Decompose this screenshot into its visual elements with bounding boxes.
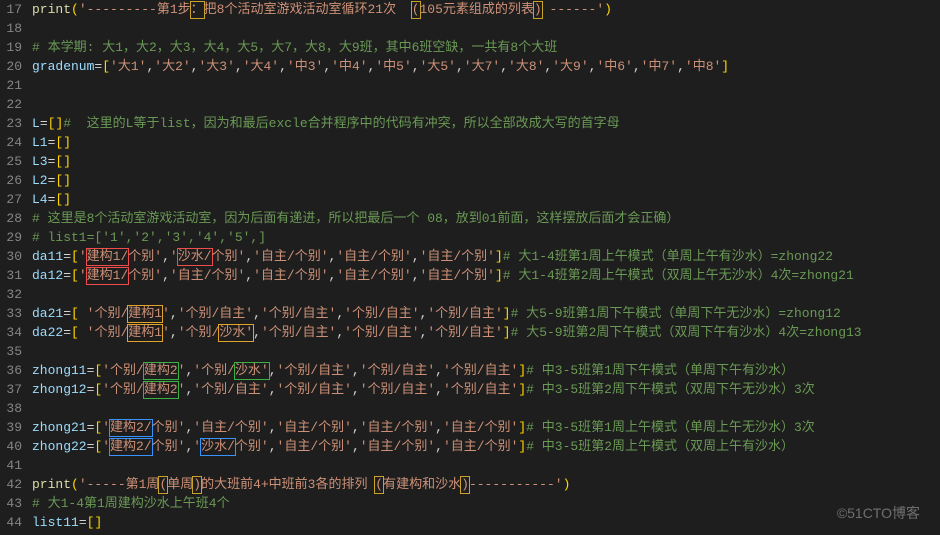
- line-number: 43: [0, 494, 22, 513]
- code-area[interactable]: print('---------第1步：把8个活动室游戏活动室循环21次 (10…: [32, 0, 862, 532]
- line-number: 27: [0, 190, 22, 209]
- code-line[interactable]: # 本学期: 大1，大2，大3，大4，大5，大7，大8，大9班，其中6班空缺，一…: [32, 38, 862, 57]
- code-line[interactable]: gradenum=['大1','大2','大3','大4','中3','中4',…: [32, 57, 862, 76]
- code-line[interactable]: zhong21=['建构2/个别','自主/个别','自主/个别','自主/个别…: [32, 418, 862, 437]
- line-number: 17: [0, 0, 22, 19]
- line-number: 42: [0, 475, 22, 494]
- code-line[interactable]: da12=['建构1/个别','自主/个别','自主/个别','自主/个别','…: [32, 266, 862, 285]
- line-number: 25: [0, 152, 22, 171]
- line-number: 35: [0, 342, 22, 361]
- code-line[interactable]: # 大1-4第1周建构沙水上午班4个: [32, 494, 862, 513]
- code-editor[interactable]: 1718192021222324252627282930313233343536…: [0, 0, 940, 532]
- line-number: 44: [0, 513, 22, 532]
- line-number: 32: [0, 285, 22, 304]
- code-line[interactable]: [32, 19, 862, 38]
- code-line[interactable]: list11=[]: [32, 513, 862, 532]
- code-line[interactable]: [32, 285, 862, 304]
- line-number: 22: [0, 95, 22, 114]
- code-line[interactable]: zhong11=['个别/建构2','个别/沙水','个别/自主','个别/自主…: [32, 361, 862, 380]
- code-line[interactable]: da22=[ '个别/建构1','个别/沙水','个别/自主','个别/自主',…: [32, 323, 862, 342]
- line-number: 31: [0, 266, 22, 285]
- code-line[interactable]: [32, 95, 862, 114]
- line-number: 39: [0, 418, 22, 437]
- code-line[interactable]: L=[]# 这里的L等于list，因为和最后excle合并程序中的代码有冲突，所…: [32, 114, 862, 133]
- line-number: 19: [0, 38, 22, 57]
- code-line[interactable]: [32, 456, 862, 475]
- line-number: 20: [0, 57, 22, 76]
- code-line[interactable]: da11=['建构1/个别','沙水/个别','自主/个别','自主/个别','…: [32, 247, 862, 266]
- line-number: 18: [0, 19, 22, 38]
- line-number: 29: [0, 228, 22, 247]
- code-line[interactable]: L2=[]: [32, 171, 862, 190]
- line-number: 26: [0, 171, 22, 190]
- line-number: 37: [0, 380, 22, 399]
- code-line[interactable]: [32, 342, 862, 361]
- code-line[interactable]: L3=[]: [32, 152, 862, 171]
- watermark-text: ©51CTO博客: [837, 504, 920, 523]
- line-number: 30: [0, 247, 22, 266]
- code-line[interactable]: # list1=['1','2','3','4','5',]: [32, 228, 862, 247]
- line-number: 24: [0, 133, 22, 152]
- code-line[interactable]: # 这里是8个活动室游戏活动室，因为后面有递进，所以把最后一个 08，放到01前…: [32, 209, 862, 228]
- code-line[interactable]: da21=[ '个别/建构1','个别/自主','个别/自主','个别/自主',…: [32, 304, 862, 323]
- line-number: 40: [0, 437, 22, 456]
- code-line[interactable]: [32, 76, 862, 95]
- line-number: 23: [0, 114, 22, 133]
- code-line[interactable]: [32, 399, 862, 418]
- line-number: 21: [0, 76, 22, 95]
- code-line[interactable]: zhong22=['建构2/个别','沙水/个别','自主/个别','自主/个别…: [32, 437, 862, 456]
- line-number: 36: [0, 361, 22, 380]
- code-line[interactable]: zhong12=['个别/建构2','个别/自主','个别/自主','个别/自主…: [32, 380, 862, 399]
- code-line[interactable]: print('---------第1步：把8个活动室游戏活动室循环21次 (10…: [32, 0, 862, 19]
- line-number: 33: [0, 304, 22, 323]
- line-number: 38: [0, 399, 22, 418]
- code-line[interactable]: print('-----第1周(单周)的大班前4+中班前3各的排列 (有建构和沙…: [32, 475, 862, 494]
- line-number-gutter: 1718192021222324252627282930313233343536…: [0, 0, 32, 532]
- line-number: 28: [0, 209, 22, 228]
- line-number: 41: [0, 456, 22, 475]
- line-number: 34: [0, 323, 22, 342]
- code-line[interactable]: L1=[]: [32, 133, 862, 152]
- code-line[interactable]: L4=[]: [32, 190, 862, 209]
